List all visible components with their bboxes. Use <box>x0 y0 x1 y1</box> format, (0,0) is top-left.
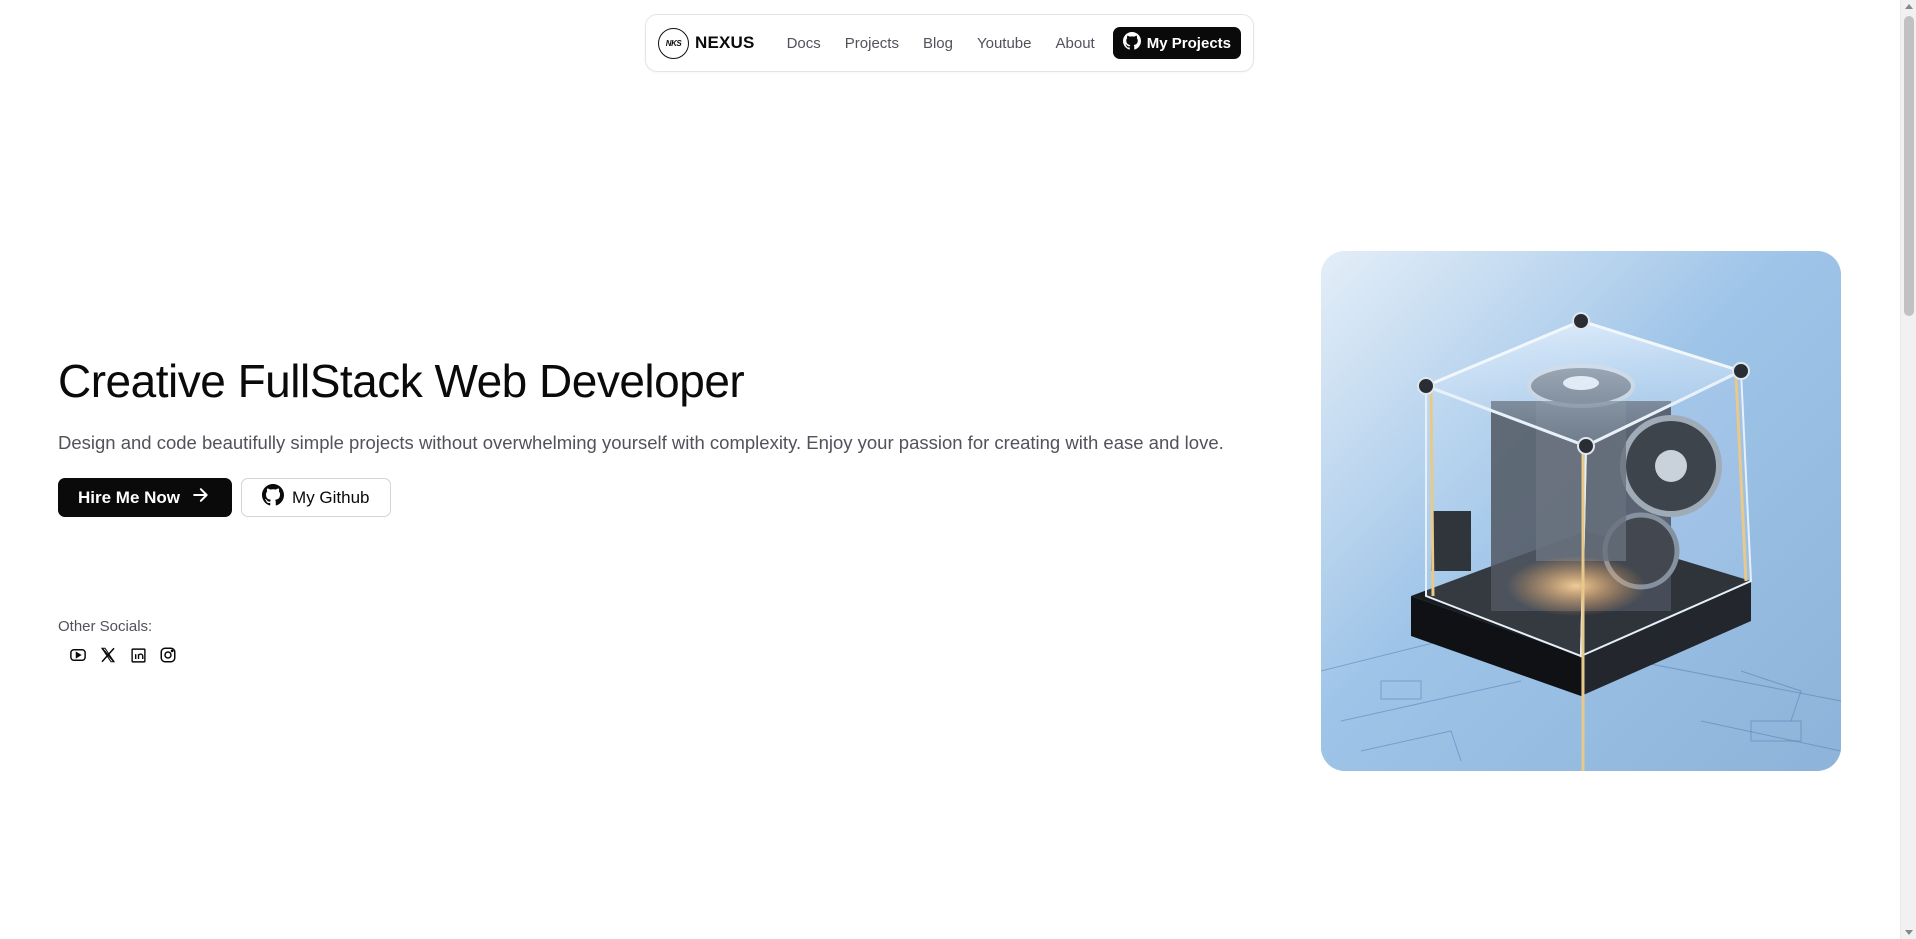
brand-logo-text: NKS <box>665 38 682 48</box>
page: NKS NEXUS Docs Projects Blog Youtube Abo… <box>0 0 1916 939</box>
socials-row <box>68 645 178 665</box>
other-socials-label: Other Socials: <box>58 618 153 635</box>
nav-link-projects[interactable]: Projects <box>833 35 911 52</box>
hero-title: Creative FullStack Web Developer <box>58 355 745 407</box>
github-icon <box>1122 32 1141 54</box>
scroll-up-icon[interactable] <box>1905 4 1913 9</box>
scroll-down-icon[interactable] <box>1905 930 1913 935</box>
github-icon <box>262 484 285 511</box>
hire-me-button[interactable]: Hire Me Now <box>58 478 233 517</box>
x-icon[interactable] <box>98 645 118 665</box>
my-projects-label: My Projects <box>1146 34 1231 52</box>
nav-link-docs[interactable]: Docs <box>775 35 833 52</box>
brand-home-link[interactable]: NKS NEXUS <box>658 27 755 59</box>
top-navbar: NKS NEXUS Docs Projects Blog Youtube Abo… <box>645 14 1254 72</box>
linkedin-icon[interactable] <box>128 645 148 665</box>
brand-name: NEXUS <box>695 33 755 52</box>
page-scrollbar[interactable] <box>1900 0 1916 939</box>
my-github-button[interactable]: My Github <box>241 478 391 517</box>
instagram-icon[interactable] <box>158 645 178 665</box>
hero-image <box>1321 251 1841 771</box>
arrow-right-icon <box>190 485 210 510</box>
nav-link-blog[interactable]: Blog <box>911 35 965 52</box>
scroll-thumb[interactable] <box>1904 16 1914 316</box>
device-illustration <box>1321 251 1841 771</box>
brand-logo: NKS <box>658 27 689 59</box>
my-projects-button[interactable]: My Projects <box>1112 27 1241 59</box>
hero-buttons: Hire Me Now My Github <box>58 478 391 517</box>
my-github-label: My Github <box>292 487 370 507</box>
hire-me-label: Hire Me Now <box>78 487 181 507</box>
nav-link-youtube[interactable]: Youtube <box>965 35 1044 52</box>
nav-link-about[interactable]: About <box>1044 35 1107 52</box>
youtube-icon[interactable] <box>68 645 88 665</box>
hero-subtitle: Design and code beautifully simple proje… <box>58 432 1224 453</box>
nav-links: Docs Projects Blog Youtube About <box>775 35 1107 52</box>
